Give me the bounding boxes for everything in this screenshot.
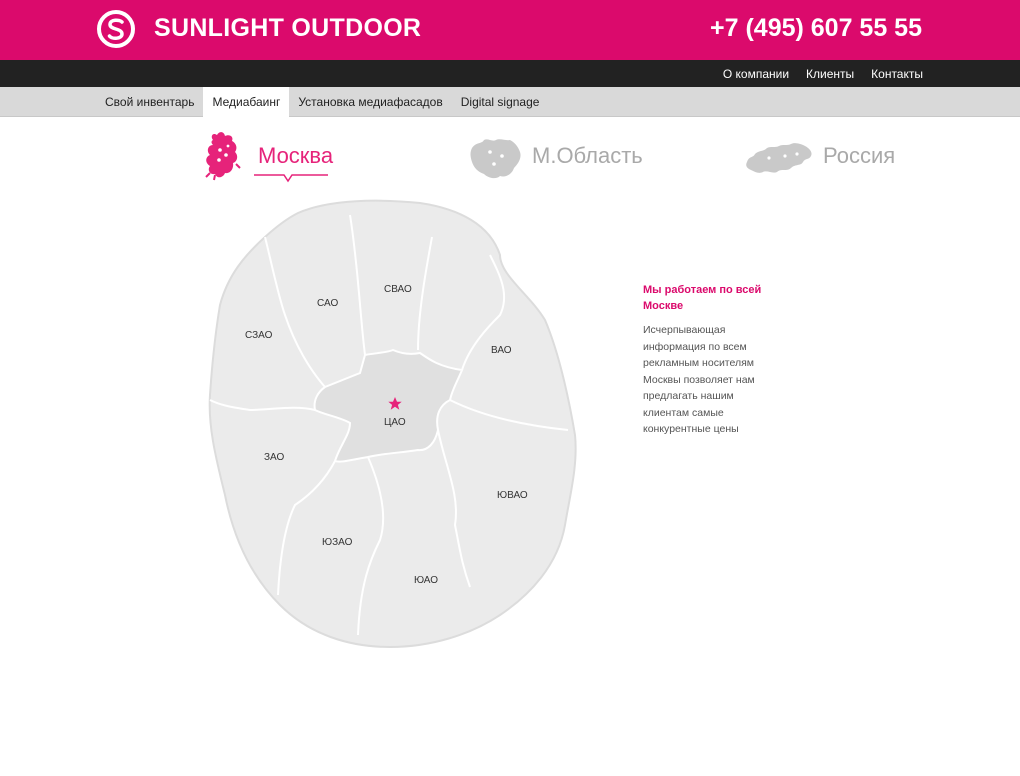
district-label-zao[interactable]: ЗАО [264,452,284,463]
district-label-sao[interactable]: САО [317,298,338,309]
tab-digital-signage[interactable]: Digital signage [452,87,549,117]
tab-media-facades[interactable]: Установка медиафасадов [289,87,451,117]
nav-link-contacts[interactable]: Контакты [871,67,923,81]
region-label-moscow: Москва [258,143,334,168]
section-tab-bar: Свой инвентарь Медиабаинг Установка меди… [0,87,1020,117]
s-circle-logo-icon[interactable] [96,9,136,49]
region-moscow-oblast[interactable]: М.Область [468,128,643,184]
tab-media-buying[interactable]: Медиабаинг [203,87,290,117]
info-title: Мы работаем по всей Москве [643,284,762,312]
moscow-districts-map: САО СВАО СЗАО ВАО ЦАО ЗАО ЮВАО ЮЗАО ЮАО [208,199,577,649]
active-region-indicator [254,174,328,183]
brand-name[interactable]: SUNLIGHT OUTDOOR [154,14,421,43]
district-label-cao[interactable]: ЦАО [384,417,406,428]
region-moscow[interactable]: Москва [200,128,333,184]
region-russia[interactable]: Россия [745,128,895,184]
info-panel: Мы работаем по всей Москве Исчерпывающая… [643,282,773,438]
district-label-yuzao[interactable]: ЮЗАО [322,537,353,548]
nav-link-clients[interactable]: Клиенты [806,67,854,81]
district-label-szao[interactable]: СЗАО [245,330,273,341]
moscow-map-icon [205,132,241,181]
tab-own-inventory[interactable]: Свой инвентарь [96,87,203,117]
region-label-moscow-oblast: М.Область [532,143,643,168]
info-description: Исчерпывающая информация по всем рекламн… [643,324,755,435]
russia-map-icon [746,143,812,173]
site-header: SUNLIGHT OUTDOOR +7 (495) 607 55 55 [0,0,1020,60]
region-label-russia: Россия [823,143,896,168]
district-label-yuvao[interactable]: ЮВАО [497,490,528,501]
district-label-yuao[interactable]: ЮАО [414,575,438,586]
phone-number: +7 (495) 607 55 55 [710,14,922,42]
district-label-svao[interactable]: СВАО [384,284,412,295]
top-nav: О компании Клиенты Контакты [0,60,1020,87]
moscow-oblast-map-icon [470,139,521,179]
district-label-vao[interactable]: ВАО [491,345,512,356]
nav-link-about[interactable]: О компании [723,67,789,81]
